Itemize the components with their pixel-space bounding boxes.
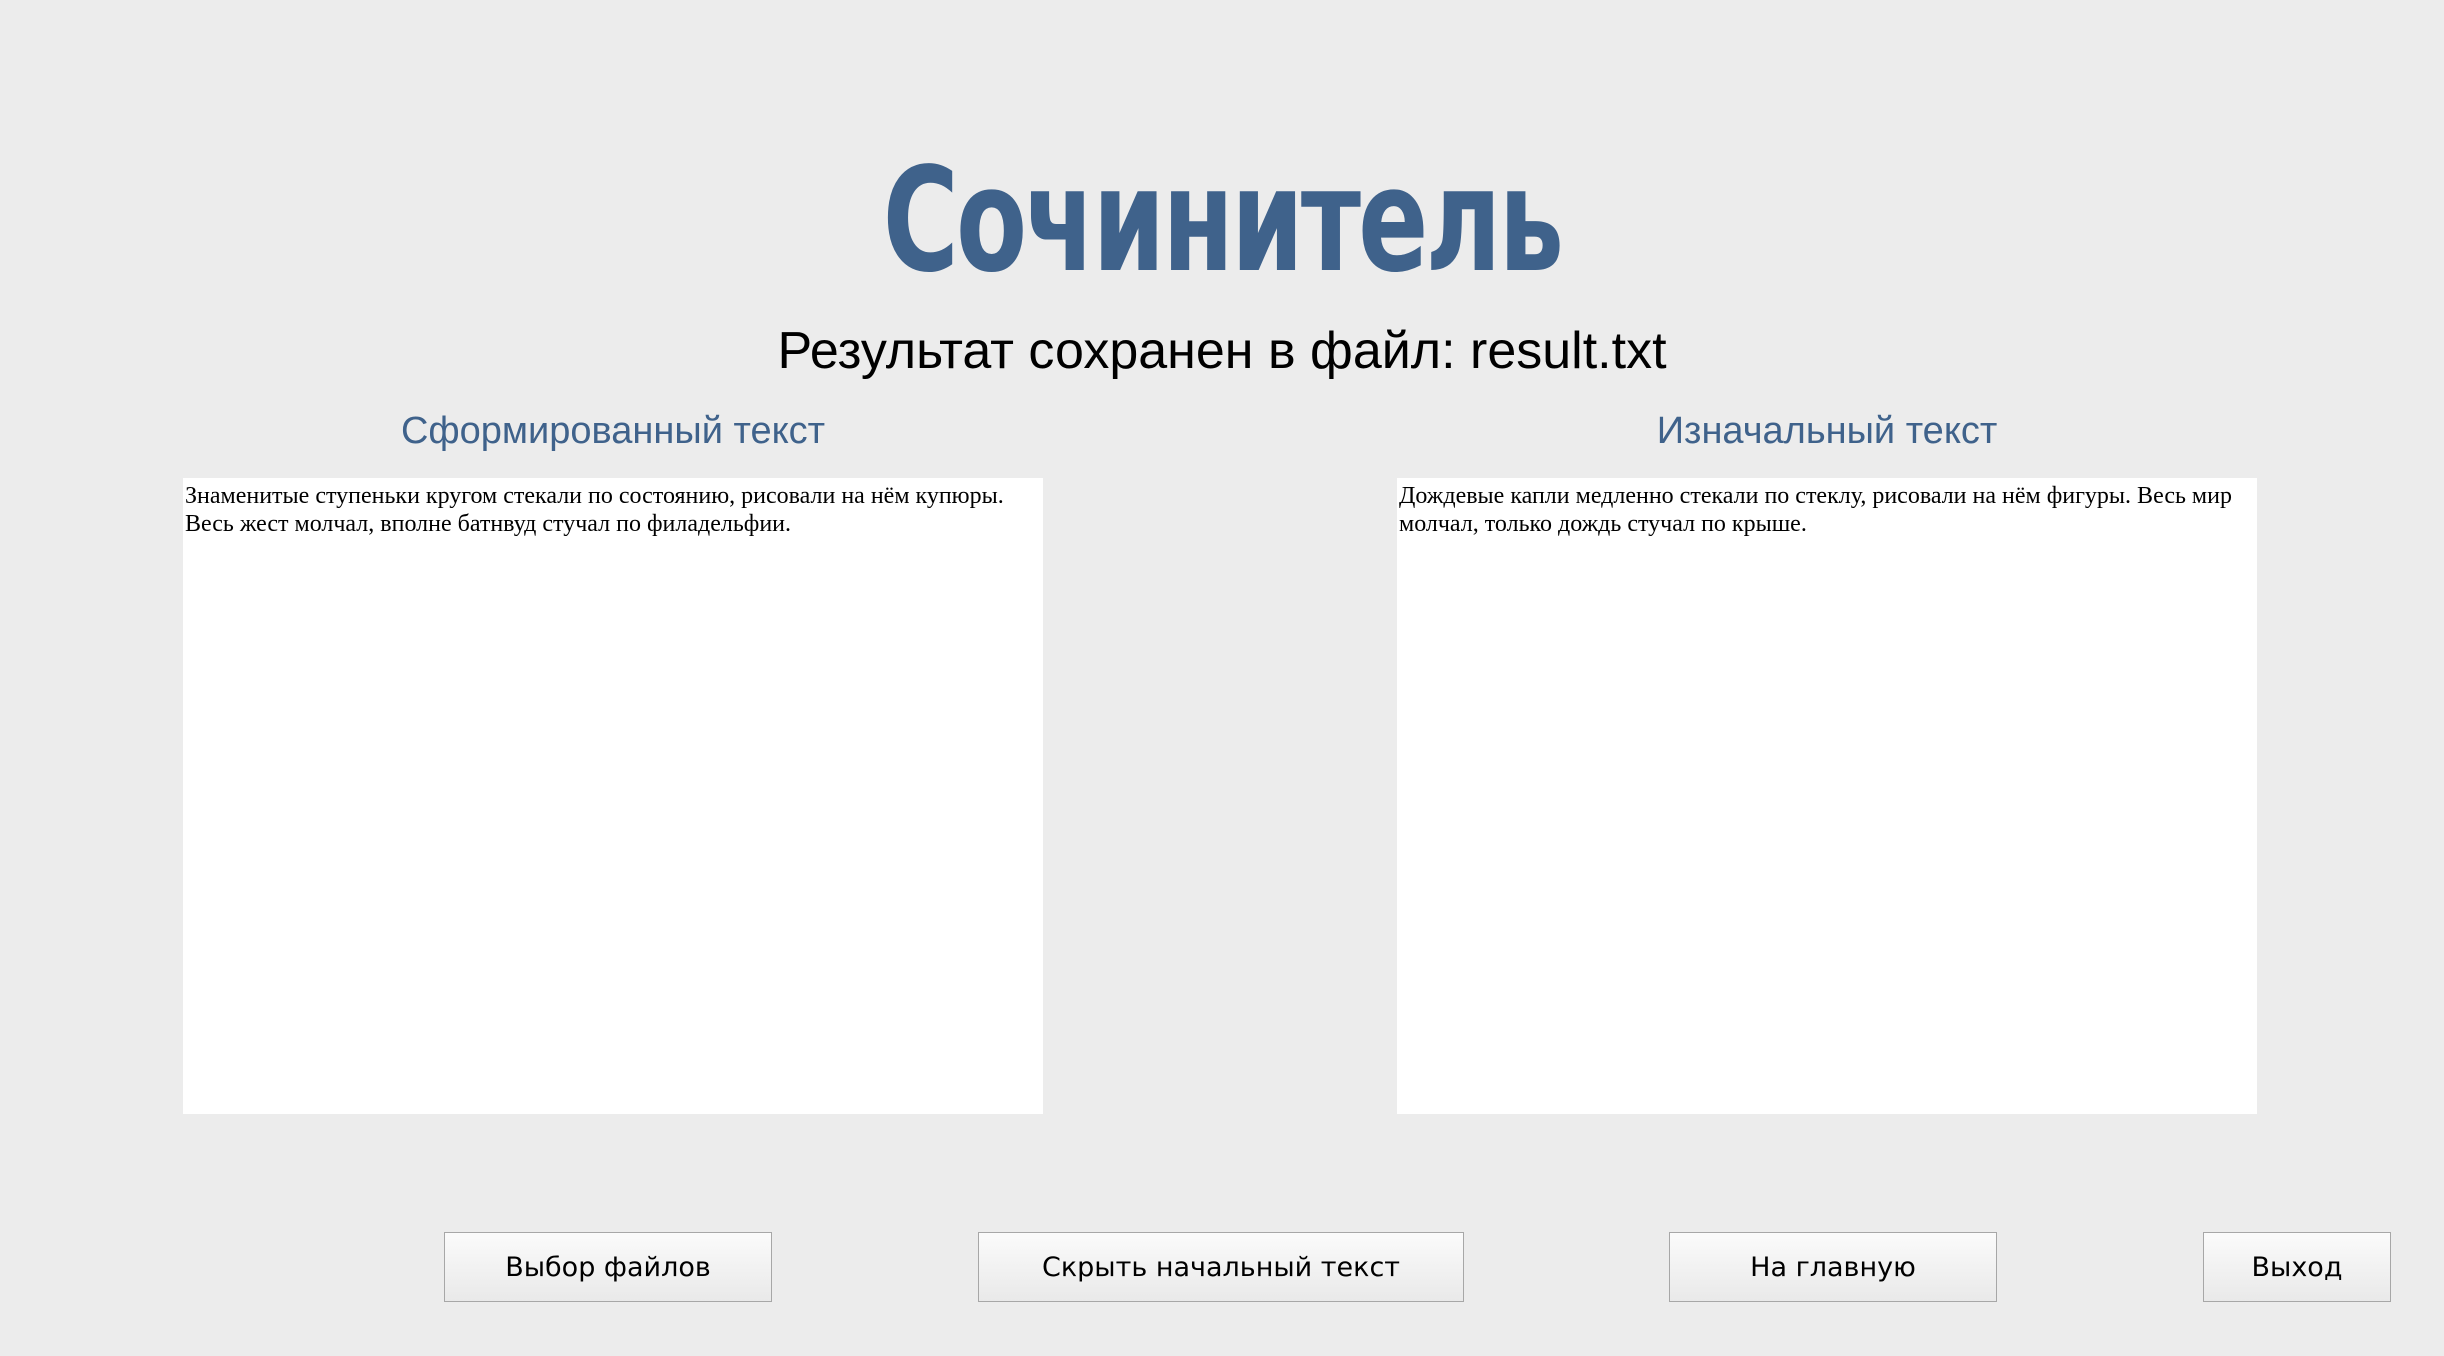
home-button[interactable]: На главную [1669, 1232, 1997, 1302]
app-title: Сочинитель [882, 136, 1564, 304]
choose-files-button[interactable]: Выбор файлов [444, 1232, 772, 1302]
generated-text-heading: Сформированный текст [400, 410, 826, 452]
save-status-message: Результат сохранен в файл: result.txt [777, 322, 1667, 380]
original-text-heading: Изначальный текст [1656, 410, 1998, 452]
generated-text-area[interactable]: Знаменитые ступеньки кругом стекали по с… [183, 478, 1043, 1114]
original-text-area[interactable]: Дождевые капли медленно стекали по стекл… [1397, 478, 2257, 1114]
exit-button[interactable]: Выход [2203, 1232, 2391, 1302]
hide-original-text-button[interactable]: Скрыть начальный текст [978, 1232, 1464, 1302]
